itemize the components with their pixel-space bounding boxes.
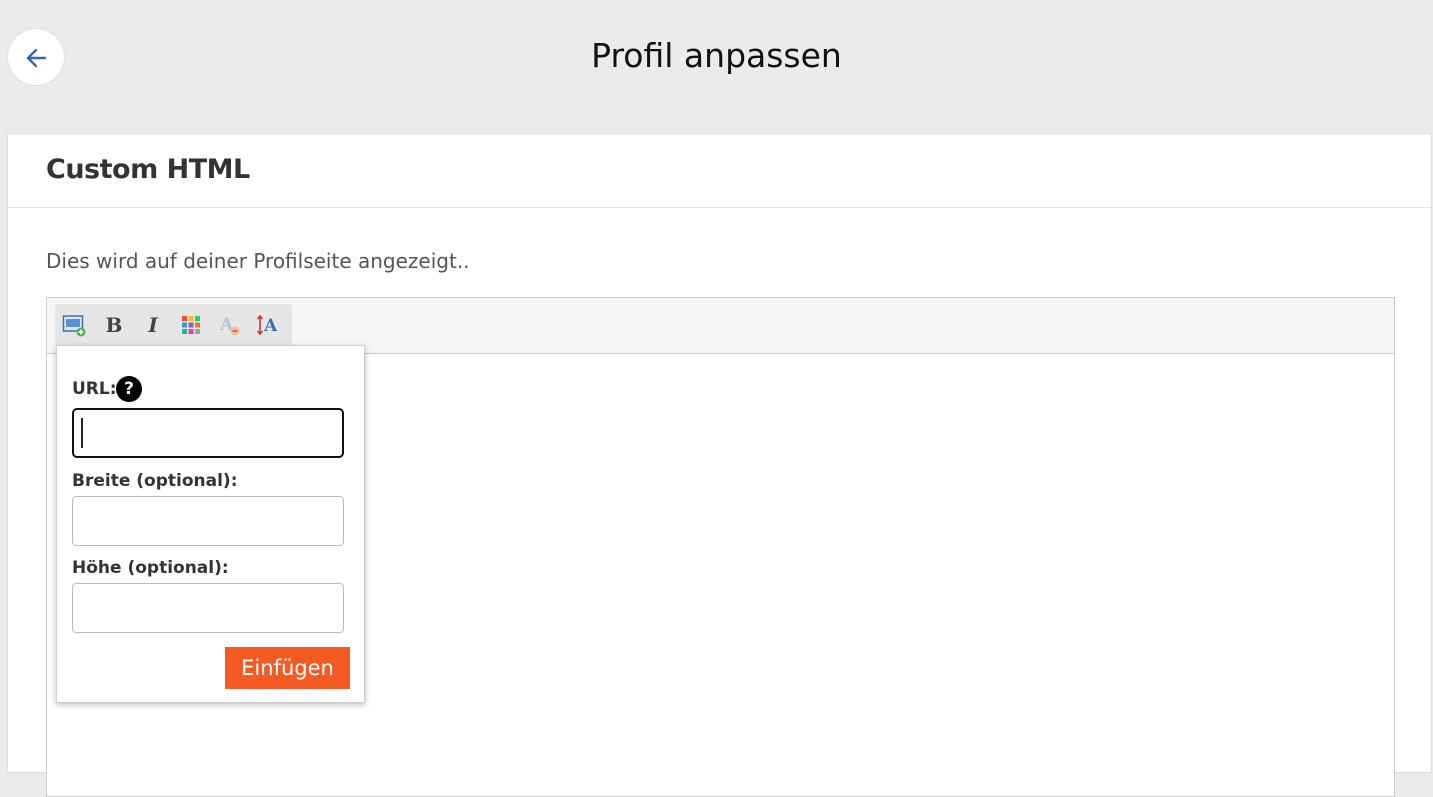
card-description: Dies wird auf deiner Profilseite angezei… <box>46 249 470 273</box>
toolbar-group: B I A A <box>55 304 292 346</box>
text-caret <box>81 418 83 448</box>
card-header: Custom HTML <box>8 134 1431 208</box>
remove-format-icon[interactable]: A <box>217 312 243 338</box>
font-size-icon[interactable]: A <box>255 312 281 338</box>
width-input[interactable] <box>72 496 344 546</box>
width-label: Breite (optional): <box>72 471 238 491</box>
insert-button[interactable]: Einfügen <box>225 647 350 689</box>
insert-image-popup: URL: ? Breite (optional): Höhe (optional… <box>56 345 365 703</box>
height-label: Höhe (optional): <box>72 558 229 578</box>
page-header: Profil anpassen <box>0 0 1433 118</box>
card-title: Custom HTML <box>46 154 250 185</box>
svg-text:A: A <box>263 316 278 336</box>
url-label: URL: <box>72 379 117 399</box>
bold-icon[interactable]: B <box>101 312 127 338</box>
url-input[interactable] <box>72 408 344 458</box>
help-icon[interactable]: ? <box>116 376 142 402</box>
italic-icon[interactable]: I <box>140 312 166 338</box>
image-add-icon[interactable] <box>61 312 87 338</box>
page-title: Profil anpassen <box>591 36 842 75</box>
height-input[interactable] <box>72 583 344 633</box>
color-grid-icon[interactable] <box>178 312 204 338</box>
